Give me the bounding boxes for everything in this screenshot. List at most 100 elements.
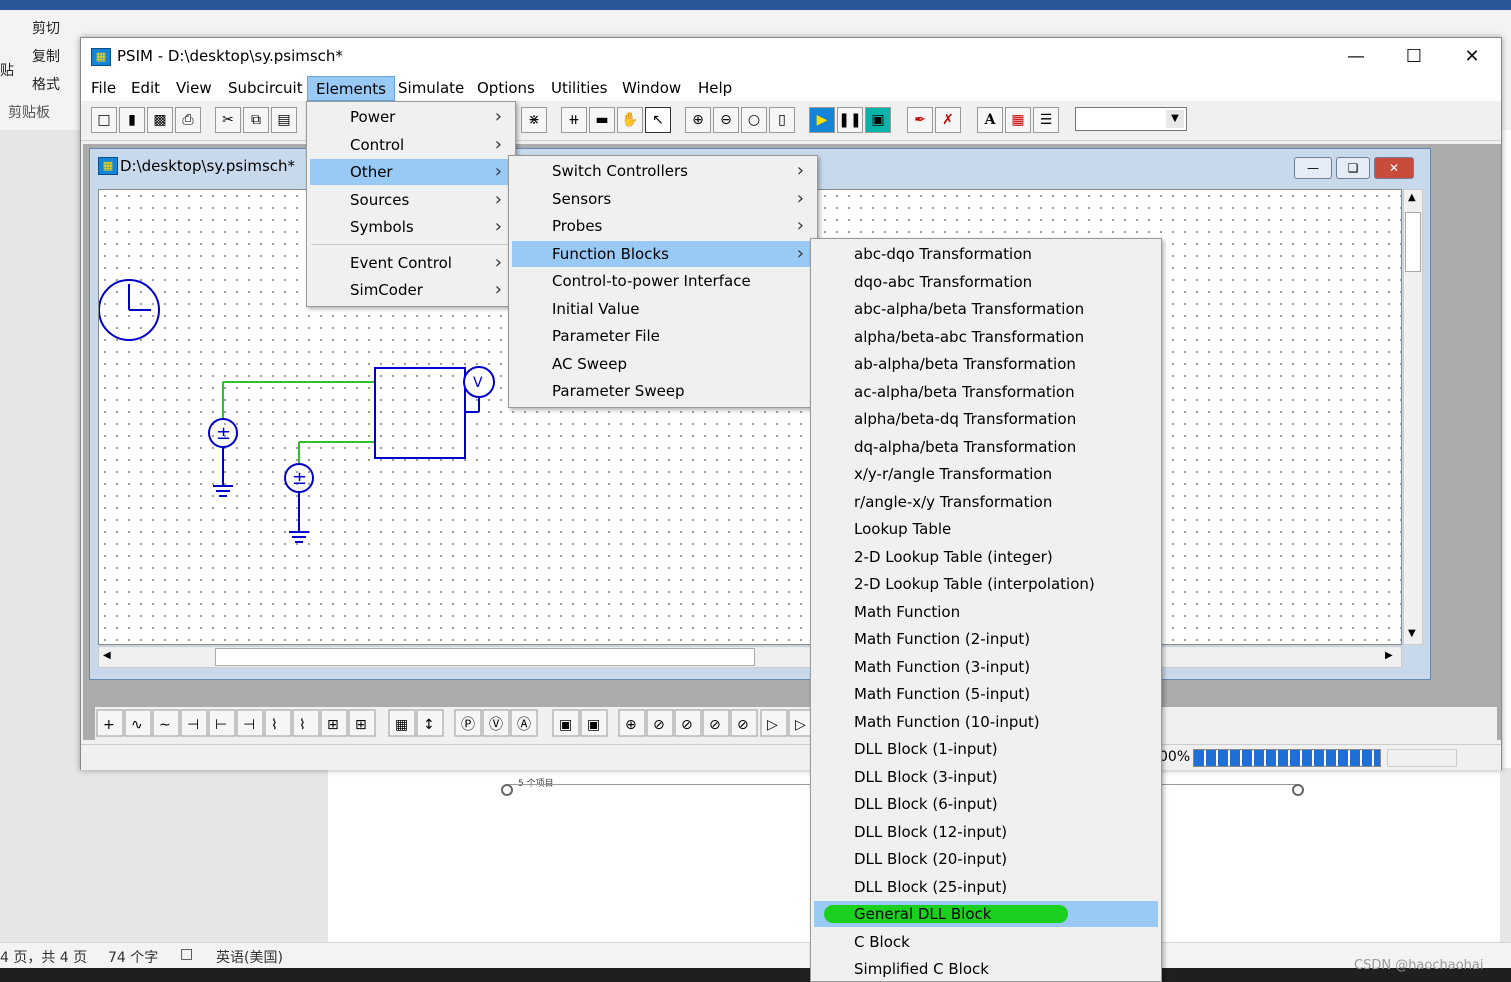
function-block-item[interactable]: abc-dqo Transformation xyxy=(814,241,1158,267)
function-block-item[interactable]: Math Function xyxy=(814,599,1158,625)
scroll-down-icon[interactable]: ▼ xyxy=(1408,628,1416,639)
zoom-in-icon[interactable]: ⊕ xyxy=(685,107,711,133)
cut-icon[interactable]: ✂ xyxy=(215,107,241,133)
proofing-icon[interactable]: □ xyxy=(180,946,193,962)
element-button[interactable] xyxy=(292,709,320,737)
function-block-item[interactable]: Math Function (10-input) xyxy=(814,709,1158,735)
function-block-item[interactable]: Math Function (5-input) xyxy=(814,681,1158,707)
open-file-icon[interactable]: ▮ xyxy=(119,107,145,133)
menu-options[interactable]: Options xyxy=(469,76,543,101)
other-menu-item[interactable]: AC Sweep xyxy=(512,351,814,377)
function-block-item[interactable]: Math Function (2-input) xyxy=(814,626,1158,652)
function-block-item[interactable]: x/y-r/angle Transformation xyxy=(814,461,1158,487)
label-icon[interactable]: ▬ xyxy=(589,107,615,133)
menu-view[interactable]: View xyxy=(168,76,220,101)
minimize-icon[interactable]: — xyxy=(1327,38,1385,76)
run-simulation-icon[interactable]: ▶ xyxy=(809,107,835,133)
scroll-up-icon[interactable]: ▲ xyxy=(1408,192,1416,203)
function-block-item[interactable]: C Block xyxy=(814,929,1158,955)
function-block-item[interactable]: dqo-abc Transformation xyxy=(814,269,1158,295)
page-count[interactable]: 4 页，共 4 页 xyxy=(0,947,87,967)
text-icon[interactable]: A xyxy=(977,107,1003,133)
page-icon[interactable]: ▯ xyxy=(769,107,795,133)
pointer-icon[interactable]: ↖ xyxy=(645,107,671,133)
function-block-item[interactable]: ab-alpha/beta Transformation xyxy=(814,351,1158,377)
menu-edit[interactable]: Edit xyxy=(123,76,168,101)
subcircuit-icon[interactable]: ⋇ xyxy=(521,107,547,133)
pause-icon[interactable]: ❚❚ xyxy=(837,107,863,133)
function-block-item[interactable]: DLL Block (6-input) xyxy=(814,791,1158,817)
function-block-item[interactable]: Math Function (3-input) xyxy=(814,654,1158,680)
new-file-icon[interactable]: □ xyxy=(91,107,117,133)
element-button[interactable] xyxy=(264,709,292,737)
function-block-item[interactable]: abc-alpha/beta Transformation xyxy=(814,296,1158,322)
chevron-down-icon[interactable]: ▼ xyxy=(1166,110,1184,128)
function-block-item[interactable]: ac-alpha/beta Transformation xyxy=(814,379,1158,405)
vertical-scrollbar[interactable]: ▲ ▼ xyxy=(1403,189,1423,645)
paste-icon[interactable]: ▤ xyxy=(271,107,297,133)
child-close-icon[interactable]: ✕ xyxy=(1374,157,1414,179)
save-icon[interactable]: ▩ xyxy=(147,107,173,133)
elements-menu-item[interactable]: Power › xyxy=(310,104,512,130)
menu-help[interactable]: Help xyxy=(690,76,740,101)
elements-menu-item[interactable]: Other › xyxy=(310,159,512,185)
probe-icon[interactable]: ✒ xyxy=(907,107,933,133)
function-block-item[interactable]: DLL Block (25-input) xyxy=(814,874,1158,900)
function-block-item[interactable]: DLL Block (12-input) xyxy=(814,819,1158,845)
scroll-right-icon[interactable]: ▶ xyxy=(1385,650,1393,661)
function-block-item[interactable]: 2-D Lookup Table (interpolation) xyxy=(814,571,1158,597)
paste-button[interactable]: 贴 xyxy=(0,60,14,80)
cut-button[interactable]: 剪切 xyxy=(32,18,60,38)
function-block-item[interactable]: alpha/beta-dq Transformation xyxy=(814,406,1158,432)
copy-button[interactable]: 复制 xyxy=(32,46,60,66)
shape-handle[interactable] xyxy=(1292,784,1304,796)
function-block-item[interactable]: r/angle-x/y Transformation xyxy=(814,489,1158,515)
function-block-item[interactable]: DLL Block (20-input) xyxy=(814,846,1158,872)
menu-utilities[interactable]: Utilities xyxy=(543,76,615,101)
list-icon[interactable]: ☰ xyxy=(1033,107,1059,133)
other-menu-item[interactable]: Probes › xyxy=(512,213,814,239)
probe-remove-icon[interactable]: ✗ xyxy=(935,107,961,133)
copy-icon[interactable]: ⧉ xyxy=(243,107,269,133)
elements-menu-item[interactable]: Event Control › xyxy=(310,250,512,276)
menu-simulate[interactable]: Simulate xyxy=(390,76,472,101)
other-menu-item[interactable]: Function Blocks › xyxy=(512,240,814,267)
other-menu-item[interactable]: Sensors › xyxy=(512,186,814,212)
function-block-item[interactable]: alpha/beta-abc Transformation xyxy=(814,324,1158,350)
menu-window[interactable]: Window xyxy=(614,76,689,101)
other-menu-item[interactable]: Control-to-power Interface xyxy=(512,268,814,294)
function-block-item[interactable]: 2-D Lookup Table (integer) xyxy=(814,544,1158,570)
child-minimize-icon[interactable]: — xyxy=(1294,157,1332,179)
zoom-out-icon[interactable]: ⊖ xyxy=(713,107,739,133)
zoom-fit-icon[interactable]: ○ xyxy=(741,107,767,133)
function-block-item[interactable]: General DLL Block xyxy=(814,901,1158,927)
menu-file[interactable]: File xyxy=(83,76,124,101)
menu-elements[interactable]: Elements xyxy=(307,76,395,101)
print-icon[interactable]: ⎙ xyxy=(175,107,201,133)
horizontal-scroll-thumb[interactable] xyxy=(215,648,755,666)
pan-icon[interactable]: ✋ xyxy=(617,107,643,133)
function-block-item[interactable]: Simplified C Block xyxy=(814,956,1158,982)
scroll-left-icon[interactable]: ◀ xyxy=(103,650,111,661)
language[interactable]: 英语(美国) xyxy=(216,947,283,967)
other-menu-item[interactable]: Switch Controllers › xyxy=(512,158,814,184)
other-menu-item[interactable]: Parameter File xyxy=(512,323,814,349)
child-restore-icon[interactable]: ❏ xyxy=(1336,157,1370,179)
elements-menu-item[interactable]: Sources › xyxy=(310,187,512,213)
wire-icon[interactable]: ⧺ xyxy=(561,107,587,133)
word-count[interactable]: 74 个字 xyxy=(108,947,158,967)
elements-menu-item[interactable]: SimCoder › xyxy=(310,277,512,303)
menu-subcircuit[interactable]: Subcircuit xyxy=(220,76,311,101)
format-painter-button[interactable]: 格式 xyxy=(32,74,60,94)
function-block-item[interactable]: Lookup Table xyxy=(814,516,1158,542)
shape-handle[interactable] xyxy=(501,784,513,796)
function-block-item[interactable]: dq-alpha/beta Transformation xyxy=(814,434,1158,460)
elements-menu-item[interactable]: Symbols › xyxy=(310,214,512,240)
other-menu-item[interactable]: Initial Value xyxy=(512,296,814,322)
elements-menu-item[interactable]: Control › xyxy=(310,132,512,158)
vertical-scroll-thumb[interactable] xyxy=(1405,212,1421,272)
element-combo[interactable]: ▼ xyxy=(1075,107,1187,131)
simview-icon[interactable]: ▣ xyxy=(865,107,891,133)
horizontal-scrollbar[interactable]: ◀ ▶ xyxy=(98,646,1402,668)
other-menu-item[interactable]: Parameter Sweep xyxy=(512,378,814,404)
